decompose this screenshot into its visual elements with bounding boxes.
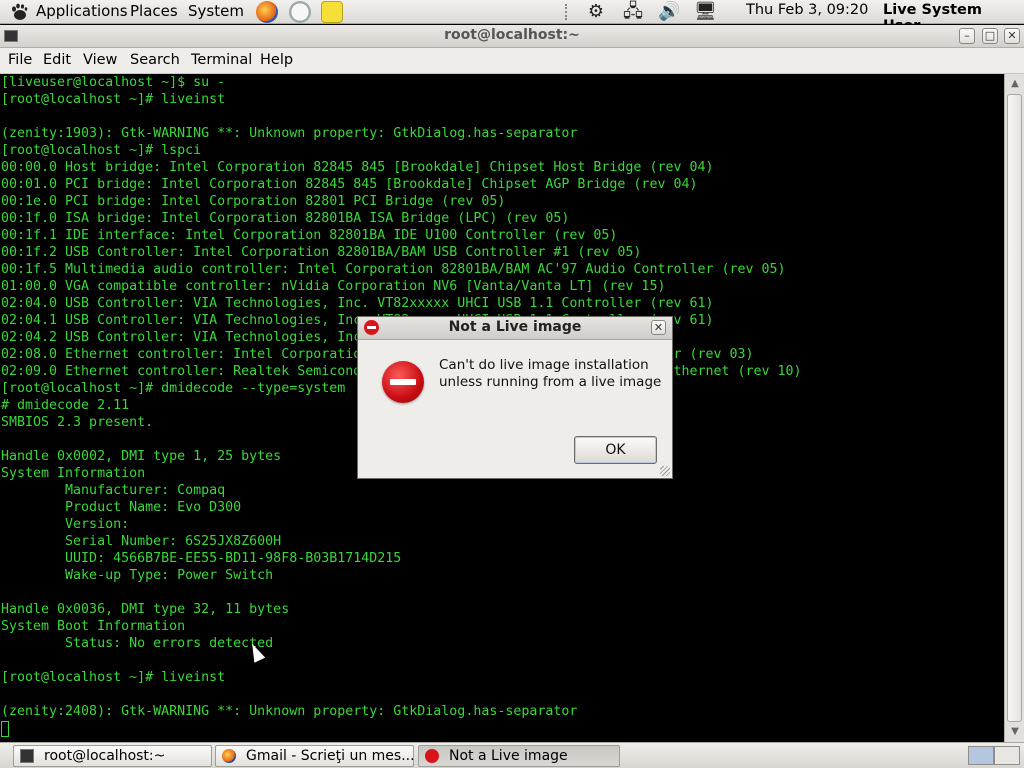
close-button[interactable]: ✕ — [1004, 28, 1020, 44]
not-live-image-dialog: Not a Live image ✕ Can't do live image i… — [357, 316, 673, 479]
terminal-line: 00:01.0 PCI bridge: Intel Corporation 82… — [1, 177, 698, 192]
terminal-line: SMBIOS 2.3 present. — [1, 415, 154, 430]
menu-places[interactable]: Places — [130, 2, 178, 20]
menu-terminal[interactable]: Terminal — [191, 52, 252, 68]
dialog-message-line: unless running from a live image — [439, 374, 662, 390]
window-title: root@localhost:~ — [444, 27, 580, 43]
task-label: Not a Live image — [449, 748, 568, 764]
settings-gear-icon[interactable]: ⚙ — [585, 1, 607, 23]
terminal-line: System Boot Information — [1, 619, 186, 634]
stop-icon — [425, 749, 439, 763]
terminal-scrollbar[interactable]: ▲ ▼ — [1004, 74, 1024, 742]
task-dialog[interactable]: Not a Live image — [418, 745, 620, 767]
gnome-foot-icon[interactable] — [10, 3, 28, 21]
terminal-line: [liveuser@localhost ~]$ su - — [1, 75, 226, 90]
window-titlebar[interactable]: root@localhost:~ – □ ✕ — [0, 25, 1024, 48]
terminal-line: Serial Number: 6S25JX8Z600H — [1, 534, 282, 549]
bottom-taskbar: root@localhost:~ Gmail - Scrieţi un mes.… — [0, 742, 1024, 768]
terminal-line: Version: — [1, 517, 130, 532]
terminal-line: UUID: 4566B7BE-EE55-BD11-98F8-B03B1714D2… — [1, 551, 402, 566]
terminal-line: 02:04.0 USB Controller: VIA Technologies… — [1, 296, 714, 311]
terminal-line: [root@localhost ~]# lspci — [1, 143, 202, 158]
terminal-icon — [20, 749, 34, 763]
terminal-line: [root@localhost ~]# liveinst — [1, 92, 226, 107]
terminal-line: Product Name: Evo D300 — [1, 500, 242, 515]
terminal-line: 00:1f.1 IDE interface: Intel Corporation… — [1, 228, 618, 243]
task-label: Gmail - Scrieţi un mes... — [246, 748, 414, 764]
top-panel: Applications Places System ⚙ 🖧 🔊 🖥 Thu F… — [0, 0, 1024, 34]
workspace-2[interactable] — [994, 746, 1020, 765]
task-gmail[interactable]: Gmail - Scrieţi un mes... — [215, 745, 414, 767]
terminal-line: 00:1f.0 ISA bridge: Intel Corporation 82… — [1, 211, 570, 226]
terminal-line: # dmidecode 2.11 — [1, 398, 130, 413]
minimize-button[interactable]: – — [959, 28, 975, 44]
task-label: root@localhost:~ — [44, 748, 166, 764]
task-terminal[interactable]: root@localhost:~ — [13, 745, 212, 767]
terminal-line: System Information — [1, 466, 146, 481]
dialog-titlebar[interactable]: Not a Live image ✕ — [358, 317, 672, 340]
scroll-thumb[interactable] — [1007, 94, 1022, 722]
terminal-line: 00:1f.2 USB Controller: Intel Corporatio… — [1, 245, 642, 260]
menu-system[interactable]: System — [188, 2, 244, 20]
dialog-message-line: Can't do live image installation — [439, 357, 649, 373]
maximize-button[interactable]: □ — [982, 28, 998, 44]
terminal-line: 01:00.0 VGA compatible controller: nVidi… — [1, 279, 666, 294]
terminal-line: Manufacturer: Compaq — [1, 483, 226, 498]
resize-grip-icon[interactable] — [660, 466, 670, 476]
scroll-up-arrow-icon[interactable]: ▲ — [1007, 76, 1023, 92]
terminal-line: (zenity:2408): Gtk-WARNING **: Unknown p… — [1, 704, 578, 719]
dialog-title: Not a Live image — [448, 319, 582, 335]
menu-applications[interactable]: Applications — [36, 2, 128, 20]
terminal-line: Handle 0x0036, DMI type 32, 11 bytes — [1, 602, 290, 617]
display-icon[interactable]: 🖥 — [694, 1, 717, 23]
clock[interactable]: Thu Feb 3, 09:20 — [746, 2, 868, 18]
terminal-line: 00:00.0 Host bridge: Intel Corporation 8… — [1, 160, 714, 175]
terminal-line: Status: No errors detected — [1, 636, 274, 651]
mail-icon[interactable] — [289, 1, 311, 23]
ok-button[interactable]: OK — [574, 436, 657, 464]
terminal-line: Handle 0x0002, DMI type 1, 25 bytes — [1, 449, 282, 464]
terminal-line: Wake-up Type: Power Switch — [1, 568, 274, 583]
terminal-line: (zenity:1903): Gtk-WARNING **: Unknown p… — [1, 126, 578, 141]
firefox-icon[interactable] — [256, 1, 278, 23]
menu-view[interactable]: View — [83, 52, 117, 68]
network-icon[interactable]: 🖧 — [622, 1, 644, 23]
workspace-1[interactable] — [968, 746, 994, 765]
notes-icon[interactable] — [321, 1, 343, 23]
terminal-line: [root@localhost ~]# liveinst — [1, 670, 226, 685]
volume-icon[interactable]: 🔊 — [658, 1, 680, 23]
menu-search[interactable]: Search — [130, 52, 180, 68]
menu-help[interactable]: Help — [260, 52, 293, 68]
menu-bar: File Edit View Search Terminal Help — [0, 48, 1024, 74]
menu-edit[interactable]: Edit — [43, 52, 71, 68]
firefox-icon — [222, 749, 236, 763]
scroll-down-arrow-icon[interactable]: ▼ — [1007, 724, 1023, 740]
dialog-message: Can't do live image installation unless … — [439, 357, 661, 391]
terminal-line: 00:1e.0 PCI bridge: Intel Corporation 82… — [1, 194, 506, 209]
dialog-close-button[interactable]: ✕ — [651, 320, 666, 335]
error-stop-icon — [382, 361, 424, 403]
panel-separator — [565, 4, 573, 20]
terminal-cursor — [1, 721, 9, 737]
terminal-line: 00:1f.5 Multimedia audio controller: Int… — [1, 262, 786, 277]
terminal-line: [root@localhost ~]# dmidecode --type=sys… — [1, 381, 346, 396]
menu-file[interactable]: File — [8, 52, 32, 68]
